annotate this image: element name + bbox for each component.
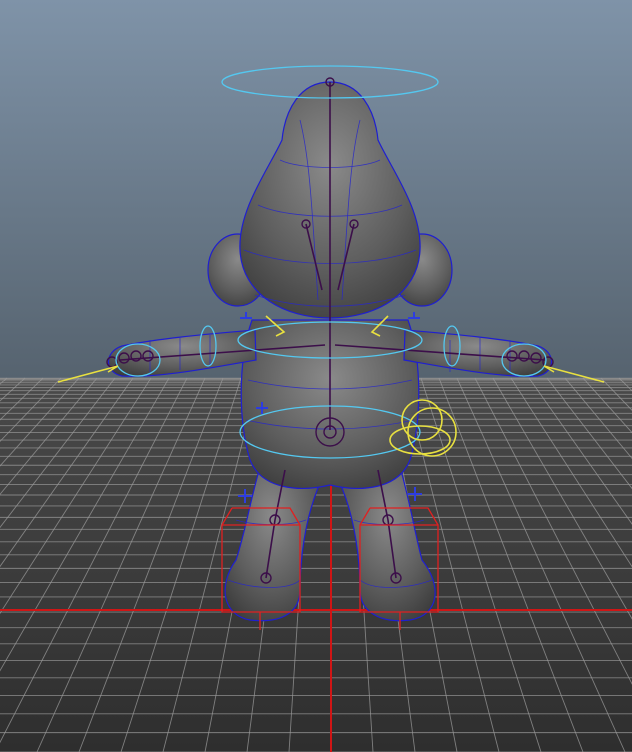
maya-perspective-viewport[interactable] bbox=[0, 0, 632, 752]
viewport-canvas[interactable] bbox=[0, 0, 632, 752]
